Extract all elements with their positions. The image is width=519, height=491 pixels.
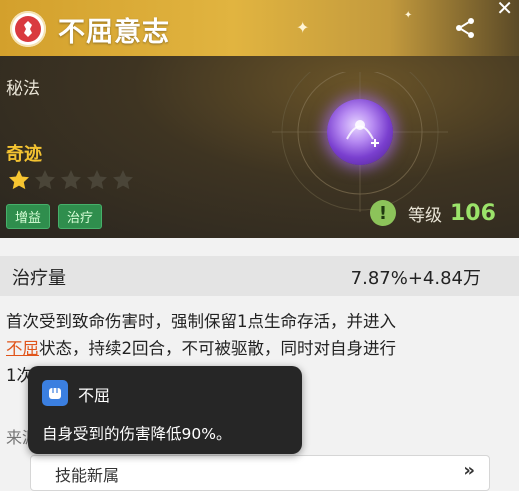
skill-title: 不屈意志 (58, 17, 170, 48)
skill-detail-label: 技能新属 (55, 466, 120, 485)
tooltip-description: 自身受到的伤害降低90%。 (42, 425, 232, 443)
star-empty-icon (35, 170, 55, 190)
skill-detail-button[interactable]: 技能新属 » (30, 455, 490, 491)
level-label: 等级 (408, 205, 442, 226)
star-empty-icon (61, 170, 81, 190)
star-filled-icon (9, 170, 29, 190)
title-bar: 不屈意志 ✦ ✦ ✕ (0, 0, 519, 56)
share-icon[interactable] (453, 16, 477, 40)
close-icon[interactable]: ✕ (496, 0, 513, 20)
fist-icon (42, 380, 68, 406)
star-empty-icon (87, 170, 107, 190)
sparkle-icon: ✦ (296, 18, 310, 37)
faction-emblem-icon (10, 11, 46, 47)
stat-label: 治疗量 (12, 268, 66, 289)
tooltip-title: 不屈 (78, 386, 111, 405)
level-value: 106 (450, 200, 496, 226)
exclamation-icon[interactable]: ! (370, 200, 396, 226)
skill-rarity: 奇迹 (6, 144, 42, 165)
stat-value: 7.87%+4.84万 (350, 268, 481, 289)
skill-category: 秘法 (6, 79, 40, 99)
tag-heal: 治疗 (58, 204, 103, 229)
keyword-link[interactable]: 不屈 (6, 339, 39, 358)
double-chevron-icon: » (463, 460, 475, 481)
skill-orb-icon (327, 99, 393, 165)
sparkle-icon: ✦ (404, 10, 413, 21)
skill-header: 不屈意志 ✦ ✦ ✕ 秘法 奇迹 增益 治疗 ! 等级 106 (0, 0, 519, 238)
description-line-2: 状态，持续2回合，不可被驱散，同时对自身进行 (39, 339, 396, 358)
level-indicator: ! 等级 106 (370, 200, 496, 226)
tag-buff: 增益 (6, 204, 51, 229)
keyword-tooltip: 不屈 自身受到的伤害降低90%。 (28, 366, 302, 454)
stat-row-heal: 治疗量 7.87%+4.84万 (0, 256, 519, 296)
star-rating (6, 168, 136, 192)
skill-tags: 增益 治疗 (6, 204, 103, 229)
description-line-1: 首次受到致命伤害时，强制保留1点生命存活，并进入 (6, 312, 396, 331)
star-empty-icon (113, 170, 133, 190)
